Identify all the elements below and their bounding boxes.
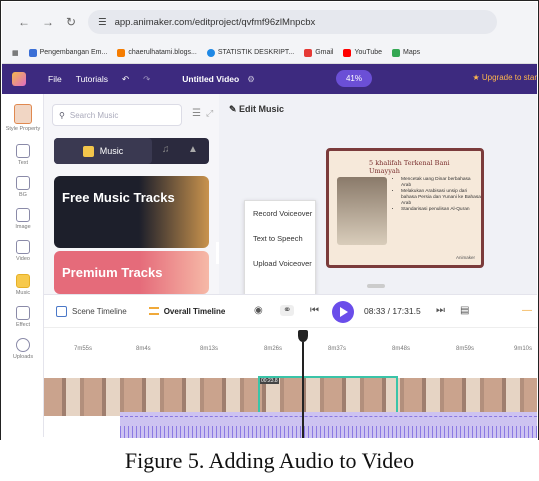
timeline-ruler: 7m55s 8m4s 8m13s 8m26s 8m37s 8m48s 8m59s… [44,328,537,368]
browser-toolbar: ← → ↻ ☰ app.animaker.com/editproject/qvf… [2,2,537,42]
sidebar-item-uploads[interactable]: Uploads [2,338,44,360]
address-text: app.animaker.com/editproject/qvfmf96zlMn… [114,16,316,28]
fit-screen-icon[interactable]: ◉ [254,305,263,316]
play-button[interactable] [332,301,354,323]
music-tabs: Music ♫ ▲ [54,138,209,164]
music-note-icon [82,145,94,157]
expand-icon[interactable]: ⤢ [206,108,213,119]
edit-music-title[interactable]: ✎ Edit Music [229,104,284,115]
ruler-tick: 8m48s [392,346,411,352]
video-icon [16,240,30,254]
ruler-tick: 7m55s [74,346,93,352]
tool-sidebar: Style Property Text BG Image Video Music… [2,94,44,437]
figure-caption: Figure 5. Adding Audio to Video [0,440,539,481]
undo-icon[interactable]: ↶ [122,74,129,85]
apps-grid-icon[interactable]: ▦ [12,49,19,57]
bookmark-item[interactable]: YouTube [343,48,382,57]
sidebar-item-music[interactable]: Music [2,274,44,296]
resize-handle[interactable] [367,284,385,288]
slide-bullets: Mencetak uang Dinar berbahasa Arab Melak… [395,177,481,213]
animaker-watermark: Animaker [455,255,475,260]
search-placeholder: Search Music [69,110,119,120]
ruler-tick: 8m4s [136,346,151,352]
upgrade-link[interactable]: ★ Upgrade to star [472,73,537,82]
voiceover-menu: Record Voiceover Text to Speech Upload V… [244,200,316,296]
slide-title: 5 khalifah Terkenal Bani Umayyah [369,159,450,175]
tab-music[interactable]: Music [54,138,152,164]
audio-waveform [120,426,537,438]
sidebar-item-image[interactable]: Image [2,208,44,230]
timecode: 08:33 / 17:31.5 [364,306,421,316]
ruler-tick: 8m37s [328,346,347,352]
upload-icon [16,338,30,352]
bookmarks-bar: ▦ Pengembangan Em... chaerulhatami.blogs… [2,42,537,64]
settings-icon[interactable]: ⚙ [247,74,255,85]
back-arrow-icon[interactable]: ← [18,15,30,29]
music-icon [16,274,30,288]
music-panel: ⚲ Search Music ☰ ⤢ Music ♫ ▲ Free Music … [44,94,219,294]
timeline-toolbar: Scene Timeline Overall Timeline ◉ ⚭ ⏮ 08… [44,294,537,328]
playhead-line[interactable] [302,342,304,438]
slide-image [337,177,387,245]
text-icon [16,144,30,158]
ruler-tick: 9m10s [514,346,533,352]
text-to-speech-item[interactable]: Text to Speech [245,226,315,251]
bookmark-item[interactable]: Maps [392,48,420,57]
effect-icon [16,306,30,320]
bookmark-item[interactable]: chaerulhatami.blogs... [117,48,197,57]
avatar [14,104,32,124]
list-item: Melakukan Arabisasi unsip dari bahasa Pe… [401,189,481,207]
zoom-level[interactable]: 41% [336,70,372,87]
sidebar-item-bg[interactable]: BG [2,176,44,198]
list-item: Standarisasi penulisan Al-Quran [401,207,481,213]
list-item: Mencetak uang Dinar berbahasa Arab [401,177,481,189]
skip-back-icon[interactable]: ⏮ [310,305,319,316]
sidebar-item-effect[interactable]: Effect [2,306,44,328]
bookmark-item[interactable]: Gmail [304,48,333,57]
ruler-tick: 8m59s [456,346,475,352]
bookmark-item[interactable]: STATISTIK DESKRIPT... [206,48,294,57]
app-header: File Tutorials ↶ ↷ Untitled Video ⚙ 41% … [2,64,537,94]
premium-tracks-card[interactable]: Premium Tracks [54,251,209,294]
audio-track[interactable] [120,412,537,438]
forward-arrow-icon[interactable]: → [42,15,54,29]
redo-icon[interactable]: ↷ [143,74,150,85]
tab-sound-effects-icon[interactable]: ♫ [162,144,170,155]
microphone-icon[interactable]: ⚭ [280,305,295,316]
record-voiceover-item[interactable]: Record Voiceover [245,201,315,226]
filter-icon[interactable]: ☰ [192,108,201,119]
zoom-slider[interactable]: — [522,305,532,316]
animaker-logo-icon[interactable] [12,72,26,86]
scene-slide[interactable]: 5 khalifah Terkenal Bani Umayyah Menceta… [326,148,484,268]
project-title[interactable]: Untitled Video [182,74,239,84]
clip-duration: 00:23.8 [260,378,279,384]
bookmark-item[interactable]: Pengembangan Em... [28,48,107,57]
address-bar[interactable]: ☰ app.animaker.com/editproject/qvfmf96zl… [88,10,497,34]
upload-voiceover-item[interactable]: Upload Voiceover [245,251,315,276]
sidebar-item-text[interactable]: Text [2,144,44,166]
overall-timeline-icon [148,307,159,315]
ruler-tick: 8m26s [264,346,283,352]
background-icon [16,176,30,190]
scene-timeline-tab[interactable]: Scene Timeline [56,305,127,317]
sidebar-item-style-property[interactable]: Style Property [2,104,44,132]
ruler-tick: 8m13s [200,346,219,352]
image-icon [16,208,30,222]
menu-tutorials[interactable]: Tutorials [76,74,108,84]
subtitle-icon[interactable]: ▤ [460,305,469,316]
skip-forward-icon[interactable]: ⏭ [436,305,445,316]
search-input[interactable]: ⚲ Search Music [52,104,182,126]
reload-icon[interactable]: ↻ [66,15,76,29]
sidebar-item-video[interactable]: Video [2,240,44,262]
tab-library-icon[interactable]: ▲ [188,144,198,155]
search-icon: ⚲ [59,110,65,120]
overall-timeline-tab[interactable]: Overall Timeline [148,307,225,316]
free-music-tracks-card[interactable]: Free Music Tracks [54,176,209,248]
site-info-icon[interactable]: ☰ [98,17,107,28]
playhead-handle[interactable] [298,330,308,342]
scene-timeline-icon [56,305,67,317]
menu-file[interactable]: File [48,74,62,84]
